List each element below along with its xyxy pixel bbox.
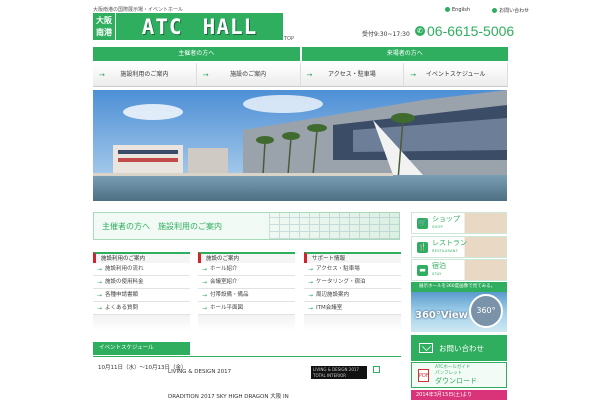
bed-icon: ▬ — [417, 264, 428, 276]
banner-text: 施設利用のご案内 — [158, 221, 222, 231]
column-title: 施設利用のご案内 — [93, 252, 190, 263]
banner-prefix: 主催者の方へ — [102, 221, 150, 231]
external-link-icon[interactable] — [373, 366, 380, 373]
subnav-access[interactable]: アクセス・駐車場 — [301, 63, 405, 87]
hero-photo — [93, 90, 507, 201]
column-title: サポート情報 — [304, 252, 401, 263]
tab-organizers[interactable]: 主催者の方へ — [93, 47, 300, 61]
list-item[interactable]: ホール紹介 — [198, 263, 295, 276]
column-shadow — [198, 315, 295, 331]
subnav-facility-usage[interactable]: 施設利用のご案内 — [93, 63, 197, 87]
utility-links: English お問い合わせ — [445, 7, 529, 14]
list-item[interactable]: ITM会議室 — [304, 302, 401, 315]
view360-label: 360°View — [415, 310, 468, 321]
list-item[interactable]: ホール平面図 — [198, 302, 295, 315]
service-label: レストラン — [432, 239, 467, 247]
list-item[interactable]: 各種申請書類 — [93, 289, 190, 302]
column-facility: 施設のご案内 ホール紹介 会議室紹介 付帯設備・備品 ホール平面図 — [198, 252, 295, 331]
organizer-banner[interactable]: 主催者の方へ 施設利用のご案内 — [93, 212, 400, 240]
site-logo[interactable]: 大阪 南港 ATC HALL — [93, 13, 283, 40]
list-item[interactable]: 会議室紹介 — [198, 276, 295, 289]
contact-button[interactable]: お問い合わせ — [411, 335, 507, 361]
english-link-label: English — [452, 7, 471, 13]
site-tagline: 大阪南港の国際展示場・イベントホール — [93, 7, 184, 13]
logo-city: 大阪 南港 — [93, 13, 115, 40]
english-link[interactable]: English — [445, 7, 470, 14]
service-sublabel: STAY — [432, 272, 442, 276]
bullet-icon — [445, 7, 450, 12]
dining-icon: 🍴 — [417, 241, 428, 253]
logo-city-line1: 大阪 — [96, 16, 112, 25]
contact-label: お問い合わせ — [439, 343, 484, 353]
column-shadow — [93, 315, 190, 331]
event-thumbnail[interactable]: LIVING & DESIGN 2017 TOTAL INTERIOR — [311, 366, 367, 379]
list-item[interactable]: ケータリング・宿泊 — [304, 276, 401, 289]
business-hours: 受付9:30~17:30 — [362, 31, 410, 38]
contact-link[interactable]: お問い合わせ — [492, 7, 529, 14]
guide-download-label: ダウンロード — [435, 376, 477, 385]
list-item[interactable]: アクセス・駐車場 — [304, 263, 401, 276]
restaurant-link[interactable]: 🍴 レストラン RESTAURANT — [411, 236, 507, 258]
top-link[interactable]: TOP — [284, 36, 294, 42]
contact-link-label: お問い合わせ — [499, 8, 530, 14]
hero-image — [93, 90, 507, 201]
logo-city-line2: 南港 — [96, 28, 112, 37]
view360-banner[interactable]: 展示ホールを360度画像で見てみる。 360°View 360° — [411, 282, 507, 332]
event-title[interactable]: LIVING & DESIGN 2017 — [168, 369, 231, 375]
phone-number[interactable]: 06-6615-5006 — [427, 23, 514, 39]
date-banner[interactable]: 2014年3月15日(土)より — [411, 390, 507, 400]
bullet-icon — [492, 8, 498, 13]
service-sublabel: SHOP — [432, 225, 443, 229]
logo-word-atc: ATC — [141, 14, 183, 39]
column-usage: 施設利用のご案内 施設利用の流れ 施設の使用料金 各種申請書類 よくある質問 — [93, 252, 190, 331]
list-item[interactable]: よくある質問 — [93, 302, 190, 315]
list-item[interactable]: 施設の使用料金 — [93, 276, 190, 289]
list-item[interactable]: 周辺施設案内 — [304, 289, 401, 302]
column-title: 施設のご案内 — [198, 252, 295, 263]
stay-link[interactable]: ▬ 宿泊 STAY — [411, 259, 507, 281]
subnav-facility-info[interactable]: 施設のご案内 — [197, 63, 301, 87]
schedule-heading: イベントスケジュール — [93, 342, 190, 355]
subnav-schedule[interactable]: イベントスケジュール — [404, 63, 508, 87]
mail-icon — [419, 343, 433, 353]
logo-word-hall: HALL — [202, 14, 258, 39]
service-label: 宿泊 — [432, 262, 446, 270]
view360-caption: 展示ホールを360度画像で見てみる。 — [411, 282, 507, 292]
service-sublabel: RESTAURANT — [432, 249, 459, 253]
list-item[interactable]: 施設利用の流れ — [93, 263, 190, 276]
pdf-icon: PDF — [418, 368, 429, 382]
shop-link[interactable]: 🛒 ショップ SHOP — [411, 212, 507, 234]
view360-badge: 360° — [469, 294, 503, 328]
sub-navigation: 施設利用のご案内 施設のご案内 アクセス・駐車場 イベントスケジュール — [93, 63, 508, 87]
thumb-sub: TOTAL INTERIOR — [313, 373, 346, 378]
floorplan-graphic — [269, 213, 399, 239]
tab-visitors[interactable]: 来場者の方へ — [301, 47, 508, 61]
list-item[interactable]: 付帯設備・備品 — [198, 289, 295, 302]
main-tabs: 主催者の方へ 来場者の方へ — [93, 47, 508, 61]
column-shadow — [304, 315, 401, 331]
schedule-divider — [93, 356, 401, 357]
event-title[interactable]: DRADITION 2017 SKY HIGH DRAGON 大阪 IN — [168, 392, 289, 400]
service-label: ショップ — [432, 215, 460, 223]
guide-download-button[interactable]: PDF ATCホールガイド パンフレット ダウンロード — [411, 362, 507, 388]
phone-icon: ✆ — [415, 26, 425, 36]
cart-icon: 🛒 — [417, 217, 428, 229]
column-support: サポート情報 アクセス・駐車場 ケータリング・宿泊 周辺施設案内 ITM会議室 — [304, 252, 401, 331]
logo-wordmark: ATC HALL — [116, 13, 283, 40]
